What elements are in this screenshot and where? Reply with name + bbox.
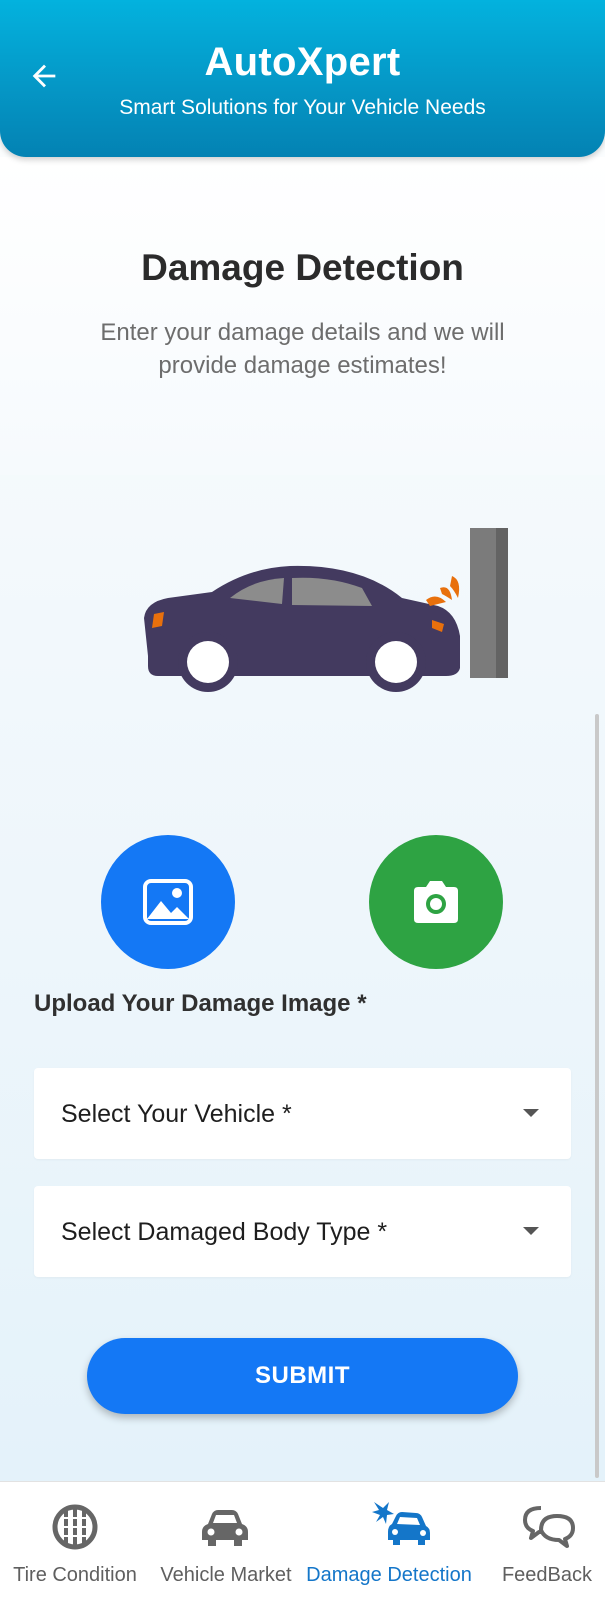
chevron-down-icon bbox=[523, 1227, 539, 1235]
nav-item-vehicle-market[interactable]: Vehicle Market bbox=[150, 1482, 302, 1599]
chevron-down-icon bbox=[523, 1109, 539, 1117]
camera-capture-button[interactable] bbox=[369, 835, 503, 969]
image-icon bbox=[143, 879, 193, 925]
submit-label: SUBMIT bbox=[255, 1362, 350, 1389]
body-type-select-placeholder: Select Damaged Body Type * bbox=[61, 1218, 388, 1246]
car-crash-icon bbox=[372, 1502, 430, 1545]
app-title: AutoXpert bbox=[204, 40, 401, 84]
car-crash-illustration bbox=[144, 528, 508, 692]
gallery-upload-button[interactable] bbox=[101, 835, 235, 969]
vehicle-select-placeholder: Select Your Vehicle * bbox=[61, 1100, 292, 1128]
nav-item-feedback[interactable]: FeedBack bbox=[497, 1482, 605, 1599]
tire-icon bbox=[52, 1504, 98, 1550]
car-icon bbox=[202, 1510, 248, 1546]
page-title: Damage Detection bbox=[141, 247, 464, 288]
app-subtitle: Smart Solutions for Your Vehicle Needs bbox=[119, 96, 486, 119]
chat-bubbles-icon bbox=[523, 1506, 575, 1548]
body-type-select[interactable]: Select Damaged Body Type * bbox=[34, 1186, 571, 1277]
damage-detection-screen: AutoXpert Smart Solutions for Your Vehic… bbox=[0, 0, 605, 1599]
page-description: Enter your damage details and we will pr… bbox=[100, 319, 505, 379]
vehicle-select[interactable]: Select Your Vehicle * bbox=[34, 1068, 571, 1159]
camera-icon bbox=[414, 881, 458, 923]
scrollbar[interactable] bbox=[595, 714, 599, 1478]
bottom-navigation: Tire Condition Vehicle Market Damage Det… bbox=[0, 1481, 605, 1599]
app-header: AutoXpert Smart Solutions for Your Vehic… bbox=[0, 0, 605, 157]
nav-label-feedback: FeedBack bbox=[501, 1564, 593, 1586]
upload-image-label: Upload Your Damage Image * bbox=[34, 990, 367, 1017]
submit-button[interactable]: SUBMIT bbox=[87, 1338, 518, 1414]
